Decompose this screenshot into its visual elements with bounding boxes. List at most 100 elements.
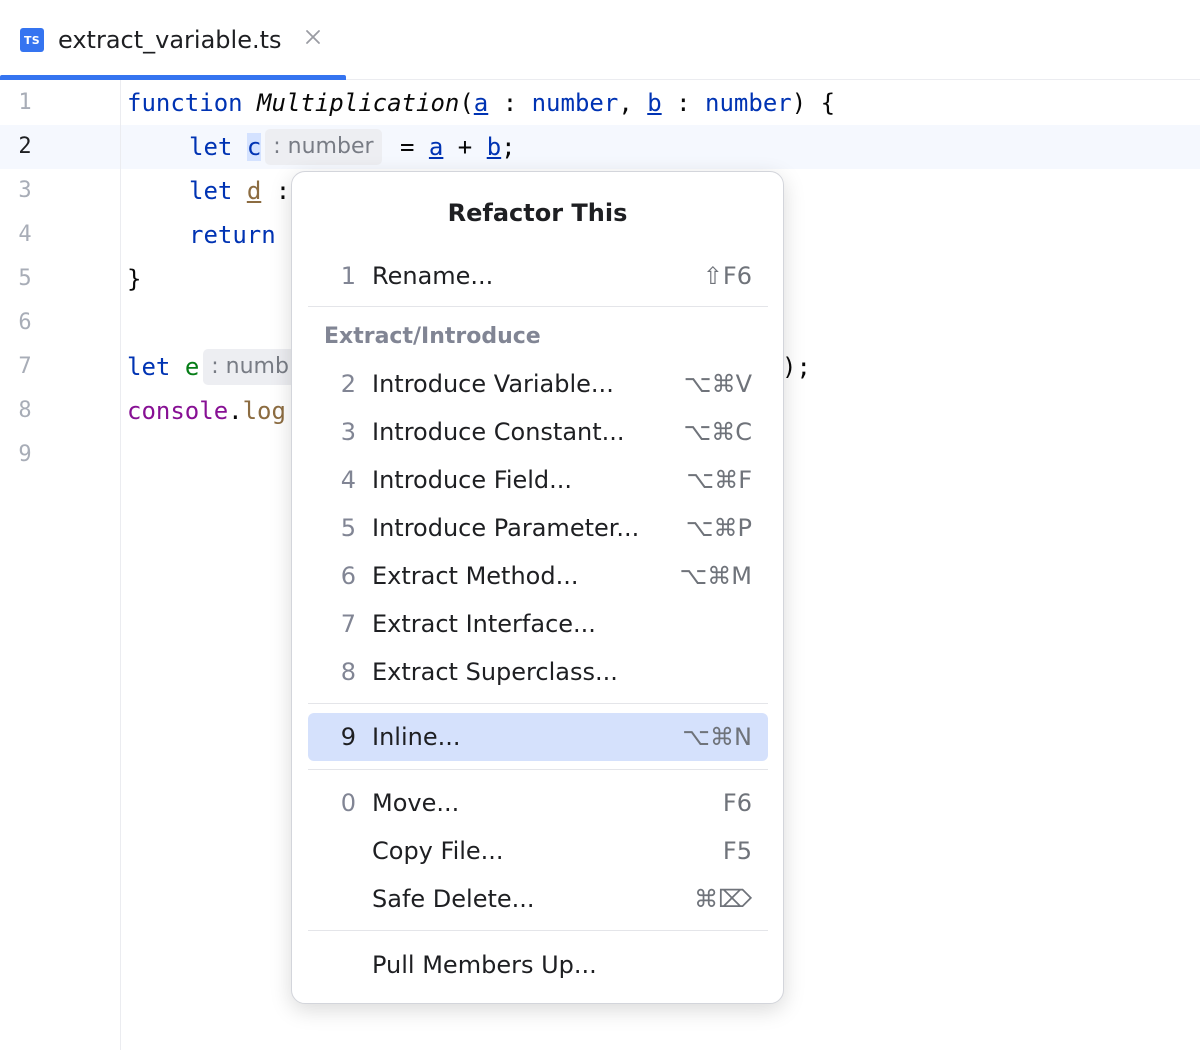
menu-item-label: Introduce Variable... xyxy=(372,370,614,398)
menu-item-extract-superclass[interactable]: 8 Extract Superclass... xyxy=(308,648,768,696)
line-number: 1 xyxy=(18,90,32,115)
mnemonic: 3 xyxy=(340,418,356,446)
code-line-1[interactable]: function Multiplication(a : number, b : … xyxy=(127,81,835,125)
menu-item-pull-members-up[interactable]: Pull Members Up... xyxy=(308,941,768,989)
menu-item-introduce-constant[interactable]: 3 Introduce Constant... ⌥⌘C xyxy=(308,408,768,456)
log-method: log xyxy=(242,397,286,425)
param-b: b xyxy=(647,89,662,117)
menu-item-label: Extract Interface... xyxy=(372,610,596,638)
shortcut: ⌥⌘N xyxy=(682,723,752,751)
keyword: let xyxy=(189,133,233,161)
line-number: 8 xyxy=(18,398,32,423)
mnemonic: 5 xyxy=(340,514,356,542)
param-b: b xyxy=(486,133,502,161)
typescript-file-icon: TS xyxy=(20,28,44,52)
shortcut: F5 xyxy=(722,837,752,865)
separator xyxy=(308,306,768,307)
code-line-7-tail: ); xyxy=(782,345,811,389)
punct: = xyxy=(385,133,429,161)
menu-item-extract-interface[interactable]: 7 Extract Interface... xyxy=(308,600,768,648)
punct: ( xyxy=(459,89,474,117)
menu-item-label: Rename... xyxy=(372,262,494,290)
gutter-divider xyxy=(120,80,121,1050)
menu-item-introduce-variable[interactable]: 2 Introduce Variable... ⌥⌘V xyxy=(308,360,768,408)
menu-item-label: Extract Method... xyxy=(372,562,579,590)
caret-row-highlight xyxy=(0,125,1200,169)
code-line-4[interactable]: return xyxy=(189,213,276,257)
punct: : xyxy=(488,89,532,117)
punct: , xyxy=(618,89,648,117)
menu-item-inline[interactable]: 9 Inline... ⌥⌘N xyxy=(308,713,768,761)
editor-tab-bar: TS extract_variable.ts xyxy=(0,0,1200,80)
menu-item-label: Extract Superclass... xyxy=(372,658,618,686)
separator xyxy=(308,930,768,931)
keyword: function xyxy=(127,89,243,117)
punct: ) { xyxy=(791,89,836,117)
menu-item-label: Safe Delete... xyxy=(372,885,535,913)
mnemonic: 7 xyxy=(340,610,356,638)
line-number: 7 xyxy=(18,354,32,379)
menu-item-label: Introduce Parameter... xyxy=(372,514,640,542)
menu-item-rename[interactable]: 1 Rename... ⇧F6 xyxy=(308,252,768,300)
keyword: return xyxy=(189,221,276,249)
separator xyxy=(308,769,768,770)
code-line-2[interactable]: let c: number = a + b; xyxy=(189,125,516,169)
close-icon[interactable] xyxy=(303,27,323,47)
mnemonic: 6 xyxy=(340,562,356,590)
mnemonic: 9 xyxy=(340,723,356,751)
menu-item-introduce-parameter[interactable]: 5 Introduce Parameter... ⌥⌘P xyxy=(308,504,768,552)
line-number: 4 xyxy=(18,222,32,247)
menu-item-label: Pull Members Up... xyxy=(372,951,597,979)
keyword: let xyxy=(189,177,233,205)
mnemonic: 8 xyxy=(340,658,356,686)
punct: ; xyxy=(501,133,516,161)
menu-item-label: Inline... xyxy=(372,723,461,751)
punct: . xyxy=(228,397,243,425)
code-line-8[interactable]: console.log xyxy=(127,389,286,433)
line-number: 3 xyxy=(18,178,32,203)
line-number: 9 xyxy=(18,442,32,467)
tab-title: extract_variable.ts xyxy=(58,26,282,54)
tab-extract-variable[interactable]: TS extract_variable.ts xyxy=(0,0,346,80)
menu-item-extract-method[interactable]: 6 Extract Method... ⌥⌘M xyxy=(308,552,768,600)
variable-d: d xyxy=(246,177,262,205)
popup-title: Refactor This xyxy=(447,199,628,227)
punct: : xyxy=(261,177,291,205)
function-name: Multiplication xyxy=(257,89,460,117)
punct: + xyxy=(443,133,487,161)
type: number xyxy=(705,89,792,117)
menu-item-label: Copy File... xyxy=(372,837,504,865)
mnemonic: 2 xyxy=(340,370,356,398)
type-inlay-hint: : number xyxy=(265,129,382,165)
menu-item-label: Introduce Constant... xyxy=(372,418,625,446)
console-object: console xyxy=(127,397,229,425)
mnemonic: 4 xyxy=(340,466,356,494)
group-label: Extract/Introduce xyxy=(324,324,541,349)
selected-variable[interactable]: c xyxy=(246,133,262,161)
code-line-5[interactable]: } xyxy=(127,257,141,301)
menu-item-copy-file[interactable]: Copy File... F5 xyxy=(308,827,768,875)
line-number-current: 2 xyxy=(18,134,32,159)
param-a: a xyxy=(473,89,489,117)
punct: : xyxy=(661,89,706,117)
type-inlay-hint: : numb xyxy=(203,349,297,385)
menu-item-move[interactable]: 0 Move... F6 xyxy=(308,779,768,827)
shortcut: ⇧F6 xyxy=(702,262,752,290)
shortcut: ⌥⌘V xyxy=(683,370,752,398)
mnemonic: 1 xyxy=(340,262,356,290)
shortcut: ⌥⌘F xyxy=(686,466,752,494)
punct: } xyxy=(127,265,142,293)
shortcut: F6 xyxy=(722,789,752,817)
mnemonic: 0 xyxy=(340,789,356,817)
code-line-3[interactable]: let d : xyxy=(189,169,290,213)
line-number: 5 xyxy=(18,266,32,291)
refactor-this-popup: Refactor This 1 Rename... ⇧F6 Extract/In… xyxy=(291,171,784,1004)
code-line-7[interactable]: let e: numb xyxy=(127,345,301,389)
keyword: let xyxy=(127,353,171,381)
menu-item-safe-delete[interactable]: Safe Delete... ⌘⌦ xyxy=(308,875,768,923)
variable-e: e xyxy=(184,353,200,381)
menu-item-introduce-field[interactable]: 4 Introduce Field... ⌥⌘F xyxy=(308,456,768,504)
punct: ); xyxy=(782,353,811,381)
shortcut: ⌘⌦ xyxy=(694,885,752,913)
shortcut: ⌥⌘P xyxy=(685,514,752,542)
